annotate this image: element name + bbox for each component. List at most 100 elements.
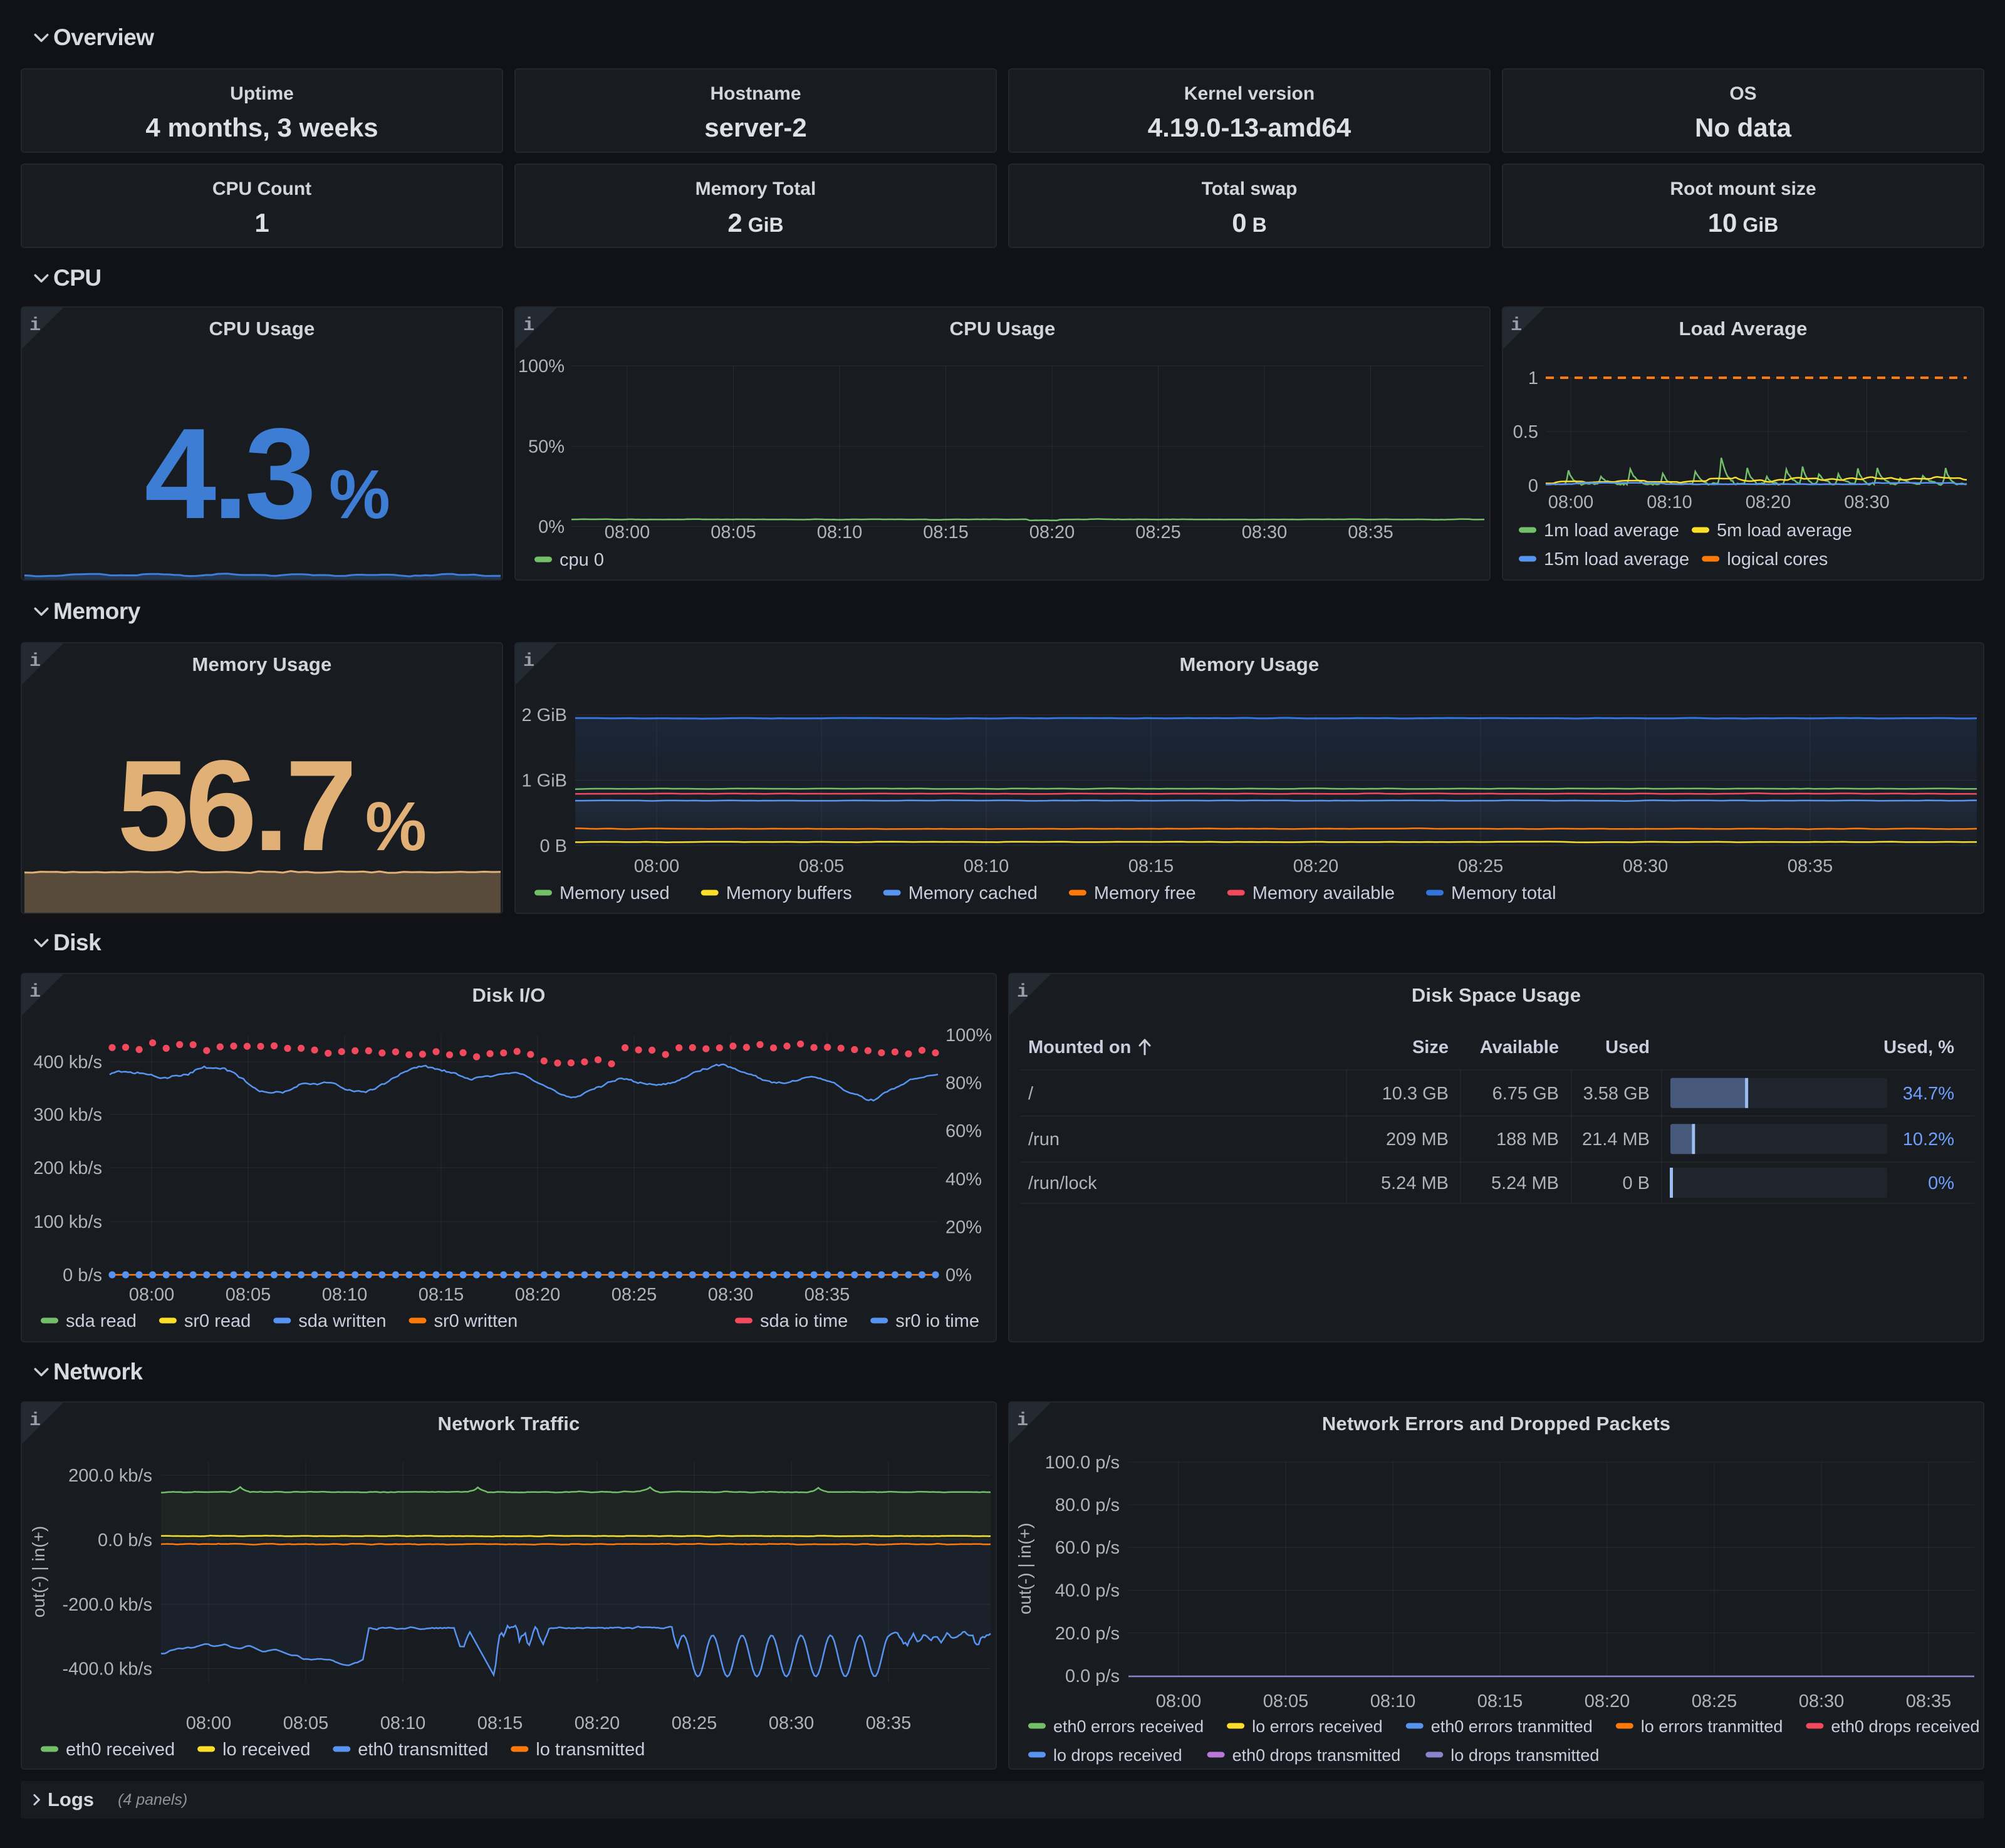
svg-text:lo errors tranmitted: lo errors tranmitted xyxy=(1641,1717,1783,1736)
svg-text:100%: 100% xyxy=(945,1025,992,1046)
svg-text:eth0 drops transmitted: eth0 drops transmitted xyxy=(1232,1746,1401,1765)
svg-text:out(-) | in(+): out(-) | in(+) xyxy=(29,1526,48,1618)
svg-text:08:20: 08:20 xyxy=(575,1713,620,1733)
svg-text:08:35: 08:35 xyxy=(805,1285,850,1305)
svg-text:08:10: 08:10 xyxy=(817,522,863,542)
svg-text:6.75 GB: 6.75 GB xyxy=(1492,1084,1559,1104)
svg-text:08:25: 08:25 xyxy=(1135,522,1181,542)
svg-text:0 B: 0 B xyxy=(539,836,567,856)
svg-text:5m load average: 5m load average xyxy=(1717,521,1852,541)
svg-text:out(-) | in(+): out(-) | in(+) xyxy=(1015,1523,1034,1615)
svg-text:08:30: 08:30 xyxy=(708,1285,754,1305)
svg-text:lo errors received: lo errors received xyxy=(1252,1717,1383,1736)
svg-text:08:05: 08:05 xyxy=(799,856,845,876)
svg-text:08:25: 08:25 xyxy=(612,1285,657,1305)
svg-text:08:35: 08:35 xyxy=(1788,856,1833,876)
svg-text:0.0 b/s: 0.0 b/s xyxy=(98,1530,152,1550)
svg-text:/run/lock: /run/lock xyxy=(1028,1173,1097,1193)
svg-text:-400.0 kb/s: -400.0 kb/s xyxy=(63,1659,152,1679)
svg-text:logical cores: logical cores xyxy=(1727,549,1828,569)
svg-text:100%: 100% xyxy=(518,356,565,376)
svg-text:Memory cached: Memory cached xyxy=(909,883,1038,903)
svg-text:lo received: lo received xyxy=(222,1740,310,1760)
svg-text:1m load average: 1m load average xyxy=(1544,521,1679,541)
svg-text:08:30: 08:30 xyxy=(1242,522,1288,542)
svg-text:08:30: 08:30 xyxy=(1799,1691,1845,1711)
svg-text:Available: Available xyxy=(1480,1037,1559,1057)
svg-text:0%: 0% xyxy=(1928,1173,1954,1193)
svg-text:08:05: 08:05 xyxy=(283,1713,329,1733)
svg-text:cpu 0: cpu 0 xyxy=(560,550,604,570)
svg-text:80.0 p/s: 80.0 p/s xyxy=(1055,1495,1120,1515)
svg-text:%: % xyxy=(365,788,427,865)
svg-text:0.5: 0.5 xyxy=(1513,422,1538,442)
svg-text:08:20: 08:20 xyxy=(1746,492,1791,512)
svg-text:lo transmitted: lo transmitted xyxy=(536,1740,645,1760)
svg-text:eth0 errors received: eth0 errors received xyxy=(1053,1717,1204,1736)
svg-text:2 GiB: 2 GiB xyxy=(521,705,567,725)
svg-text:60.0 p/s: 60.0 p/s xyxy=(1055,1538,1120,1558)
svg-text:80%: 80% xyxy=(945,1074,982,1094)
svg-text:Memory total: Memory total xyxy=(1451,883,1556,903)
svg-text:08:15: 08:15 xyxy=(419,1285,464,1305)
svg-text:0%: 0% xyxy=(945,1265,972,1285)
svg-text:40%: 40% xyxy=(945,1170,982,1190)
svg-text:56.7: 56.7 xyxy=(117,734,353,878)
svg-text:sda written: sda written xyxy=(298,1311,386,1331)
svg-text:-200.0 kb/s: -200.0 kb/s xyxy=(63,1595,152,1615)
svg-text:sda io time: sda io time xyxy=(760,1311,848,1331)
svg-text:Memory used: Memory used xyxy=(560,883,670,903)
svg-text:eth0 transmitted: eth0 transmitted xyxy=(358,1740,488,1760)
svg-text:08:35: 08:35 xyxy=(1348,522,1393,542)
svg-text:08:20: 08:20 xyxy=(1029,522,1075,542)
svg-text:Mounted on: Mounted on xyxy=(1028,1037,1131,1057)
svg-text:sr0 read: sr0 read xyxy=(184,1311,251,1331)
svg-text:08:10: 08:10 xyxy=(1647,492,1692,512)
svg-text:0.0 p/s: 0.0 p/s xyxy=(1065,1666,1120,1686)
svg-text:08:25: 08:25 xyxy=(672,1713,717,1733)
svg-text:188 MB: 188 MB xyxy=(1496,1129,1559,1150)
svg-text:08:10: 08:10 xyxy=(1370,1691,1416,1711)
svg-text:08:15: 08:15 xyxy=(1128,856,1174,876)
svg-text:08:30: 08:30 xyxy=(769,1713,815,1733)
svg-text:200 kb/s: 200 kb/s xyxy=(33,1158,102,1178)
svg-text:08:15: 08:15 xyxy=(1477,1691,1523,1711)
svg-text:/run: /run xyxy=(1028,1129,1060,1150)
svg-text:Memory free: Memory free xyxy=(1094,883,1196,903)
svg-text:0%: 0% xyxy=(538,517,565,537)
svg-text:3.58 GB: 3.58 GB xyxy=(1583,1084,1650,1104)
svg-text:300 kb/s: 300 kb/s xyxy=(33,1105,102,1125)
svg-text:400 kb/s: 400 kb/s xyxy=(33,1052,102,1072)
svg-text:08:15: 08:15 xyxy=(477,1713,523,1733)
svg-text:08:00: 08:00 xyxy=(1548,492,1594,512)
svg-text:21.4 MB: 21.4 MB xyxy=(1582,1129,1650,1150)
svg-text:20.0 p/s: 20.0 p/s xyxy=(1055,1624,1120,1644)
svg-text:34.7%: 34.7% xyxy=(1903,1084,1954,1104)
svg-text:08:25: 08:25 xyxy=(1458,856,1504,876)
svg-text:200.0 kb/s: 200.0 kb/s xyxy=(68,1466,152,1486)
svg-text:50%: 50% xyxy=(528,437,565,457)
svg-text:20%: 20% xyxy=(945,1217,982,1237)
svg-text:4.3: 4.3 xyxy=(145,402,313,546)
svg-text:eth0 drops received: eth0 drops received xyxy=(1831,1717,1979,1736)
svg-text:08:20: 08:20 xyxy=(1585,1691,1630,1711)
svg-text:10.3 GB: 10.3 GB xyxy=(1382,1084,1449,1104)
svg-text:/: / xyxy=(1028,1084,1034,1104)
svg-text:209 MB: 209 MB xyxy=(1386,1129,1449,1150)
svg-text:lo drops transmitted: lo drops transmitted xyxy=(1450,1746,1599,1765)
svg-text:08:35: 08:35 xyxy=(1906,1691,1952,1711)
svg-text:08:10: 08:10 xyxy=(380,1713,426,1733)
svg-text:Used, %: Used, % xyxy=(1883,1037,1954,1057)
svg-text:08:05: 08:05 xyxy=(711,522,756,542)
svg-text:08:25: 08:25 xyxy=(1692,1691,1737,1711)
svg-text:sr0 io time: sr0 io time xyxy=(895,1311,979,1331)
svg-text:15m load average: 15m load average xyxy=(1544,549,1689,569)
svg-text:1 GiB: 1 GiB xyxy=(521,771,567,791)
svg-text:Memory buffers: Memory buffers xyxy=(726,883,852,903)
svg-text:08:30: 08:30 xyxy=(1844,492,1890,512)
svg-text:08:00: 08:00 xyxy=(605,522,650,542)
svg-text:40.0 p/s: 40.0 p/s xyxy=(1055,1581,1120,1601)
svg-text:10.2%: 10.2% xyxy=(1903,1129,1954,1150)
svg-text:lo drops received: lo drops received xyxy=(1053,1746,1182,1765)
svg-text:08:00: 08:00 xyxy=(634,856,680,876)
